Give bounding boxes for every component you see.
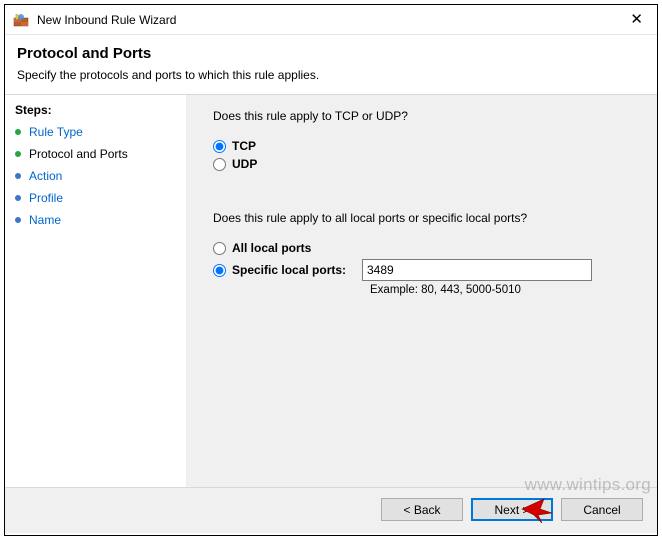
next-button[interactable]: Next > xyxy=(471,498,553,521)
steps-heading: Steps: xyxy=(15,103,178,117)
bullet-icon xyxy=(15,195,21,201)
step-label: Protocol and Ports xyxy=(29,147,128,161)
radio-tcp-label: TCP xyxy=(232,139,256,153)
bullet-icon xyxy=(15,173,21,179)
step-label: Rule Type xyxy=(29,125,83,139)
bullet-icon xyxy=(15,151,21,157)
step-label: Action xyxy=(29,169,62,183)
radio-tcp[interactable] xyxy=(213,140,226,153)
step-label: Profile xyxy=(29,191,63,205)
radio-specific-ports-row: Specific local ports: xyxy=(213,259,637,281)
header: Protocol and Ports Specify the protocols… xyxy=(5,35,657,90)
window-title: New Inbound Rule Wizard xyxy=(37,13,624,27)
sidebar-item-rule-type[interactable]: Rule Type xyxy=(15,121,178,143)
bullet-icon xyxy=(15,129,21,135)
radio-udp-label: UDP xyxy=(232,157,257,171)
radio-all-ports[interactable] xyxy=(213,242,226,255)
radio-udp-row: UDP xyxy=(213,157,637,171)
radio-udp[interactable] xyxy=(213,158,226,171)
footer: < Back Next > Cancel xyxy=(5,487,657,533)
radio-all-ports-label: All local ports xyxy=(232,241,311,255)
question-ports: Does this rule apply to all local ports … xyxy=(213,211,637,225)
sidebar-item-name[interactable]: Name xyxy=(15,209,178,231)
sidebar-item-protocol-ports[interactable]: Protocol and Ports xyxy=(15,143,178,165)
main-panel: Does this rule apply to TCP or UDP? TCP … xyxy=(187,95,657,487)
back-button[interactable]: < Back xyxy=(381,498,463,521)
page-subtitle: Specify the protocols and ports to which… xyxy=(17,68,645,82)
radio-tcp-row: TCP xyxy=(213,139,637,153)
titlebar: New Inbound Rule Wizard ✕ xyxy=(5,5,657,35)
radio-all-ports-row: All local ports xyxy=(213,241,637,255)
bullet-icon xyxy=(15,217,21,223)
close-button[interactable]: ✕ xyxy=(624,12,649,27)
steps-sidebar: Steps: Rule Type Protocol and Ports Acti… xyxy=(5,95,187,487)
port-input[interactable] xyxy=(362,259,592,281)
radio-specific-ports[interactable] xyxy=(213,264,226,277)
firewall-icon xyxy=(13,12,29,28)
cancel-button[interactable]: Cancel xyxy=(561,498,643,521)
radio-specific-ports-label: Specific local ports: xyxy=(232,263,362,277)
sidebar-item-action[interactable]: Action xyxy=(15,165,178,187)
sidebar-item-profile[interactable]: Profile xyxy=(15,187,178,209)
question-protocol: Does this rule apply to TCP or UDP? xyxy=(213,109,637,123)
step-label: Name xyxy=(29,213,61,227)
page-title: Protocol and Ports xyxy=(17,45,645,62)
port-example-text: Example: 80, 443, 5000-5010 xyxy=(370,284,637,296)
